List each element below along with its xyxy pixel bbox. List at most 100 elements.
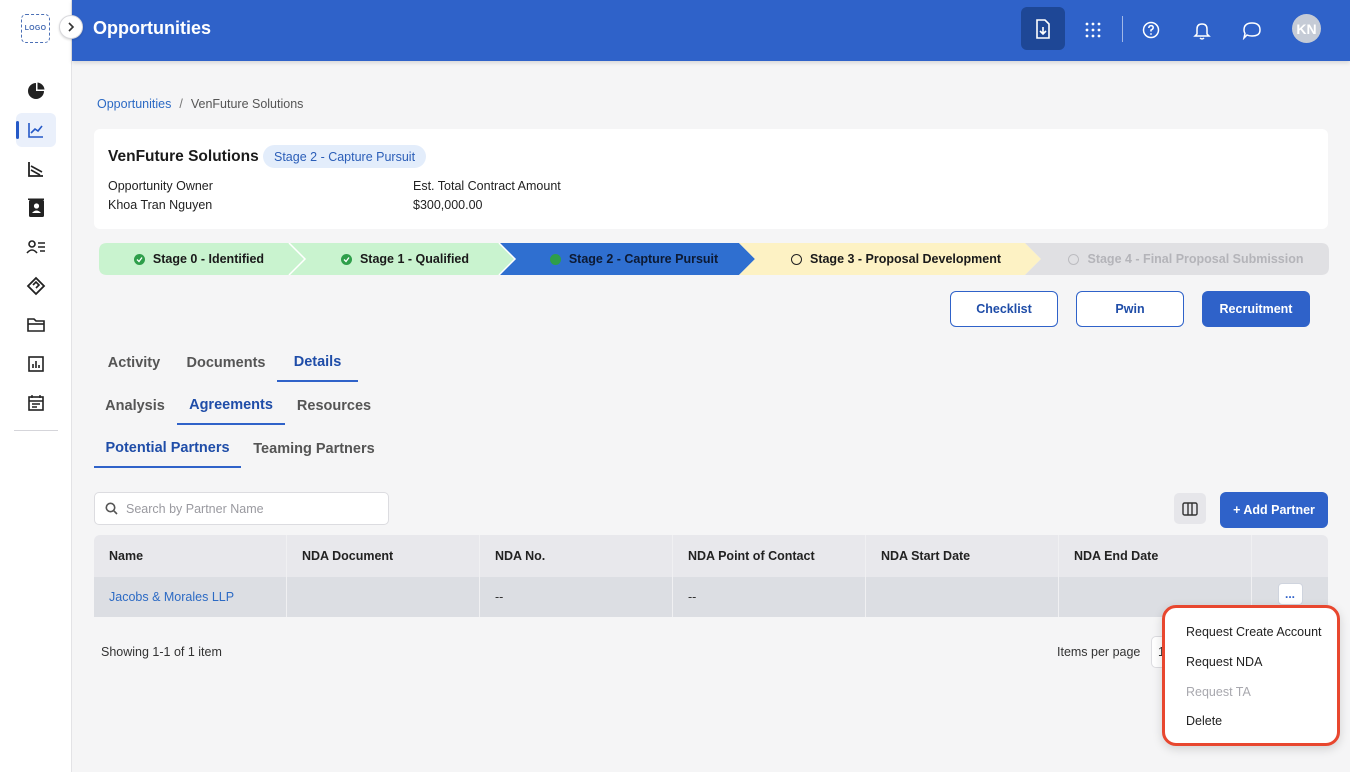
partner-name-link[interactable]: Jacobs & Morales LLP bbox=[94, 577, 287, 617]
check-circle-icon bbox=[340, 253, 352, 265]
opportunity-summary-card: VenFuture Solutions Stage 2 - Capture Pu… bbox=[94, 129, 1328, 229]
current-stage-dot-icon bbox=[549, 253, 561, 265]
tab-documents[interactable]: Documents bbox=[176, 344, 276, 382]
empty-circle-icon bbox=[790, 253, 802, 265]
bell-icon bbox=[1193, 22, 1211, 40]
checklist-button[interactable]: Checklist bbox=[950, 291, 1058, 327]
handshake-icon bbox=[26, 276, 46, 296]
search-input[interactable] bbox=[126, 501, 366, 516]
breadcrumb-link-opportunities[interactable]: Opportunities bbox=[97, 97, 171, 111]
funnel-chart-icon bbox=[28, 162, 43, 177]
bar-report-icon bbox=[28, 356, 44, 372]
help-button[interactable] bbox=[1130, 10, 1172, 50]
add-partner-button[interactable]: + Add Partner bbox=[1220, 492, 1328, 528]
sidebar-item-opportunities[interactable] bbox=[16, 113, 56, 147]
pie-chart-icon bbox=[28, 82, 45, 99]
nda-document-cell bbox=[287, 577, 480, 617]
stage-2[interactable]: Stage 2 - Capture Pursuit bbox=[517, 243, 751, 275]
column-header-nda-start[interactable]: NDA Start Date bbox=[866, 535, 1059, 577]
more-actions-button[interactable]: ... bbox=[1277, 583, 1303, 605]
table-header: Name NDA Document NDA No. NDA Point of C… bbox=[94, 535, 1328, 577]
folder-icon bbox=[27, 318, 45, 332]
nda-poc-cell: -- bbox=[673, 577, 866, 617]
help-icon bbox=[1142, 21, 1160, 39]
breadcrumb-current: VenFuture Solutions bbox=[190, 97, 304, 111]
column-header-actions bbox=[1252, 535, 1328, 577]
tab-analysis[interactable]: Analysis bbox=[94, 387, 176, 425]
sidebar-collapse-button[interactable] bbox=[59, 15, 83, 39]
table-row: Jacobs & Morales LLP -- -- ... bbox=[94, 577, 1328, 617]
sidebar-item-contacts[interactable] bbox=[16, 191, 56, 225]
export-button[interactable] bbox=[1021, 7, 1065, 50]
export-icon bbox=[1036, 18, 1050, 39]
stage-2-label: Stage 2 - Capture Pursuit bbox=[568, 252, 719, 266]
line-chart-icon bbox=[28, 123, 43, 138]
menu-item-request-nda[interactable]: Request NDA bbox=[1186, 655, 1262, 669]
contact-book-icon bbox=[28, 198, 44, 217]
opportunity-name: VenFuture Solutions bbox=[108, 148, 259, 165]
recruitment-button[interactable]: Recruitment bbox=[1202, 291, 1310, 327]
sidebar-item-calendar[interactable] bbox=[16, 386, 56, 420]
tab-agreements[interactable]: Agreements bbox=[177, 387, 285, 425]
menu-item-delete[interactable]: Delete bbox=[1186, 714, 1222, 728]
column-header-nda-poc[interactable]: NDA Point of Contact bbox=[673, 535, 866, 577]
nda-no-cell: -- bbox=[480, 577, 673, 617]
sidebar-divider bbox=[14, 430, 58, 431]
columns-icon bbox=[1182, 501, 1198, 516]
sidebar-item-files[interactable] bbox=[16, 308, 56, 342]
menu-item-request-create-account[interactable]: Request Create Account bbox=[1186, 625, 1322, 639]
columns-toggle-button[interactable] bbox=[1174, 493, 1206, 524]
stage-1[interactable]: Stage 1 - Qualified bbox=[307, 243, 503, 275]
notifications-button[interactable] bbox=[1181, 10, 1223, 50]
sidebar-item-pipeline[interactable] bbox=[16, 152, 56, 186]
tab-potential-partners[interactable]: Potential Partners bbox=[94, 430, 241, 468]
menu-item-request-ta: Request TA bbox=[1186, 685, 1251, 699]
stage-0[interactable]: Stage 0 - Identified bbox=[99, 243, 299, 275]
stage-0-label: Stage 0 - Identified bbox=[152, 252, 265, 266]
sidebar-item-reports[interactable] bbox=[16, 347, 56, 381]
breadcrumb-separator: / bbox=[179, 97, 183, 111]
amount-label: Est. Total Contract Amount bbox=[413, 179, 561, 193]
stage-badge: Stage 2 - Capture Pursuit bbox=[263, 145, 427, 168]
page-title: Opportunities bbox=[93, 18, 211, 38]
header-divider bbox=[1122, 16, 1123, 42]
nda-start-cell bbox=[866, 577, 1059, 617]
sidebar: LOGO bbox=[0, 0, 72, 772]
tab-activity[interactable]: Activity bbox=[96, 344, 172, 382]
logo: LOGO bbox=[21, 14, 50, 43]
tab-details[interactable]: Details bbox=[277, 344, 358, 382]
empty-circle-icon bbox=[1068, 253, 1080, 265]
items-per-page-label: Items per page bbox=[1057, 645, 1141, 659]
apps-grid-icon bbox=[1085, 22, 1101, 38]
calendar-icon bbox=[28, 395, 44, 411]
chat-button[interactable] bbox=[1231, 10, 1273, 50]
row-context-menu: Request Create Account Request NDA Reque… bbox=[1162, 605, 1340, 746]
chat-icon bbox=[1242, 21, 1261, 40]
tab-resources[interactable]: Resources bbox=[288, 387, 380, 425]
stage-3[interactable]: Stage 3 - Proposal Development bbox=[755, 243, 1037, 275]
user-avatar[interactable]: KN bbox=[1292, 14, 1321, 43]
stage-4: Stage 4 - Final Proposal Submission bbox=[1043, 243, 1329, 275]
owner-value: Khoa Tran Nguyen bbox=[108, 198, 213, 212]
showing-count: Showing 1-1 of 1 item bbox=[101, 645, 222, 659]
check-circle-icon bbox=[133, 253, 145, 265]
sidebar-item-users[interactable] bbox=[16, 230, 56, 264]
column-header-name[interactable]: Name bbox=[94, 535, 287, 577]
sidebar-item-partners[interactable] bbox=[16, 269, 56, 303]
partner-search bbox=[94, 492, 389, 525]
stage-1-label: Stage 1 - Qualified bbox=[359, 252, 470, 266]
amount-value: $300,000.00 bbox=[413, 198, 483, 212]
column-header-nda-end[interactable]: NDA End Date bbox=[1059, 535, 1252, 577]
stage-3-label: Stage 3 - Proposal Development bbox=[809, 252, 1002, 266]
partners-table: Name NDA Document NDA No. NDA Point of C… bbox=[94, 535, 1328, 617]
apps-button[interactable] bbox=[1072, 10, 1114, 50]
owner-label: Opportunity Owner bbox=[108, 179, 213, 193]
stage-4-label: Stage 4 - Final Proposal Submission bbox=[1087, 252, 1304, 266]
column-header-nda-no[interactable]: NDA No. bbox=[480, 535, 673, 577]
sidebar-item-dashboard[interactable] bbox=[16, 74, 56, 108]
search-icon bbox=[105, 502, 118, 515]
stage-progress-bar: Stage 0 - Identified Stage 1 - Qualified… bbox=[99, 243, 1329, 275]
tab-teaming-partners[interactable]: Teaming Partners bbox=[244, 430, 384, 468]
column-header-nda-document[interactable]: NDA Document bbox=[287, 535, 480, 577]
pwin-button[interactable]: Pwin bbox=[1076, 291, 1184, 327]
